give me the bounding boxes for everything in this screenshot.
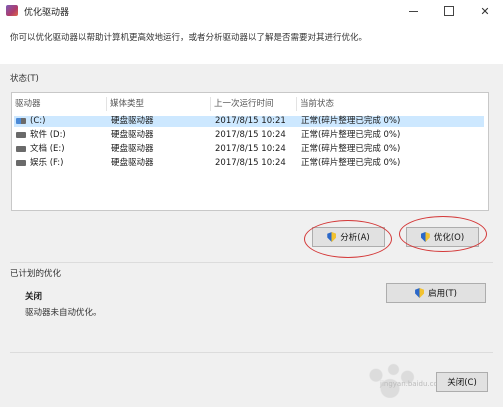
drive-row-d[interactable]: 软件 (D:) 硬盘驱动器 2017/8/15 10:24 正常(碎片整理已完成… [14,130,484,141]
column-header-media-type[interactable]: 媒体类型 [107,97,211,111]
analyze-button[interactable]: 分析(A) [312,227,385,247]
watermark-text: jingyan.baidu.com [380,380,445,388]
close-button-label: 关闭(C) [447,378,477,388]
system-drive-icon [16,118,26,124]
drive-last-run: 2017/8/15 10:21 [215,116,286,126]
close-icon: ✕ [480,4,490,18]
schedule-description: 驱动器未自动优化。 [25,308,102,318]
drive-last-run: 2017/8/15 10:24 [215,130,286,140]
drive-row-c[interactable]: (C:) 硬盘驱动器 2017/8/15 10:21 正常(碎片整理已完成 0%… [14,116,484,127]
maximize-icon [444,6,454,16]
close-window-button[interactable]: ✕ [467,0,503,22]
status-label: 状态(T) [10,74,39,84]
admin-shield-icon [415,288,425,298]
drive-name: 软件 (D:) [30,130,66,140]
analyze-button-label: 分析(A) [340,233,370,243]
paw-watermark-icon [355,360,425,398]
drive-media-type: 硬盘驱动器 [111,158,154,168]
column-header-drive[interactable]: 驱动器 [12,97,107,111]
drive-row-f[interactable]: 娱乐 (F:) 硬盘驱动器 2017/8/15 10:24 正常(碎片整理已完成… [14,158,484,169]
drive-icon [16,132,26,138]
drive-status: 正常(碎片整理已完成 0%) [301,158,401,168]
minimize-button[interactable] [395,0,431,22]
enable-button[interactable]: 启用(T) [386,283,486,303]
drive-name: 娱乐 (F:) [30,158,64,168]
defrag-app-icon [6,5,18,16]
drive-last-run: 2017/8/15 10:24 [215,158,286,168]
intro-text: 你可以优化驱动器以帮助计算机更高效地运行，或者分析驱动器以了解是否需要对其进行优… [10,33,368,43]
optimize-button-label: 优化(O) [433,233,465,243]
drive-name: 文档 (E:) [30,144,65,154]
close-button[interactable]: 关闭(C) [436,372,488,392]
window-title: 优化驱动器 [24,8,70,18]
schedule-state: 关闭 [25,292,43,302]
maximize-button[interactable] [431,0,467,22]
minimize-icon [408,10,418,12]
drive-status: 正常(碎片整理已完成 0%) [301,144,401,154]
drive-media-type: 硬盘驱动器 [111,130,154,140]
section-divider [10,262,493,263]
scheduled-optimization-label: 已计划的优化 [10,269,62,279]
drive-status: 正常(碎片整理已完成 0%) [301,130,401,140]
enable-button-label: 启用(T) [428,289,457,299]
drive-media-type: 硬盘驱动器 [111,144,154,154]
drive-row-e[interactable]: 文档 (E:) 硬盘驱动器 2017/8/15 10:24 正常(碎片整理已完成… [14,144,484,155]
admin-shield-icon [420,232,430,242]
drive-list[interactable]: 驱动器 媒体类型 上一次运行时间 当前状态 (C:) 硬盘驱动器 2017/8/… [11,92,489,211]
drive-icon [16,146,26,152]
drive-last-run: 2017/8/15 10:24 [215,144,286,154]
section-divider [10,352,493,353]
drive-icon [16,160,26,166]
drive-media-type: 硬盘驱动器 [111,116,154,126]
title-bar: 优化驱动器 ✕ [0,0,503,22]
drive-status: 正常(碎片整理已完成 0%) [301,116,401,126]
column-header-last-run[interactable]: 上一次运行时间 [211,97,297,111]
admin-shield-icon [327,232,337,242]
column-header-current-status[interactable]: 当前状态 [297,97,482,111]
drive-name: (C:) [30,116,46,126]
optimize-button[interactable]: 优化(O) [406,227,479,247]
